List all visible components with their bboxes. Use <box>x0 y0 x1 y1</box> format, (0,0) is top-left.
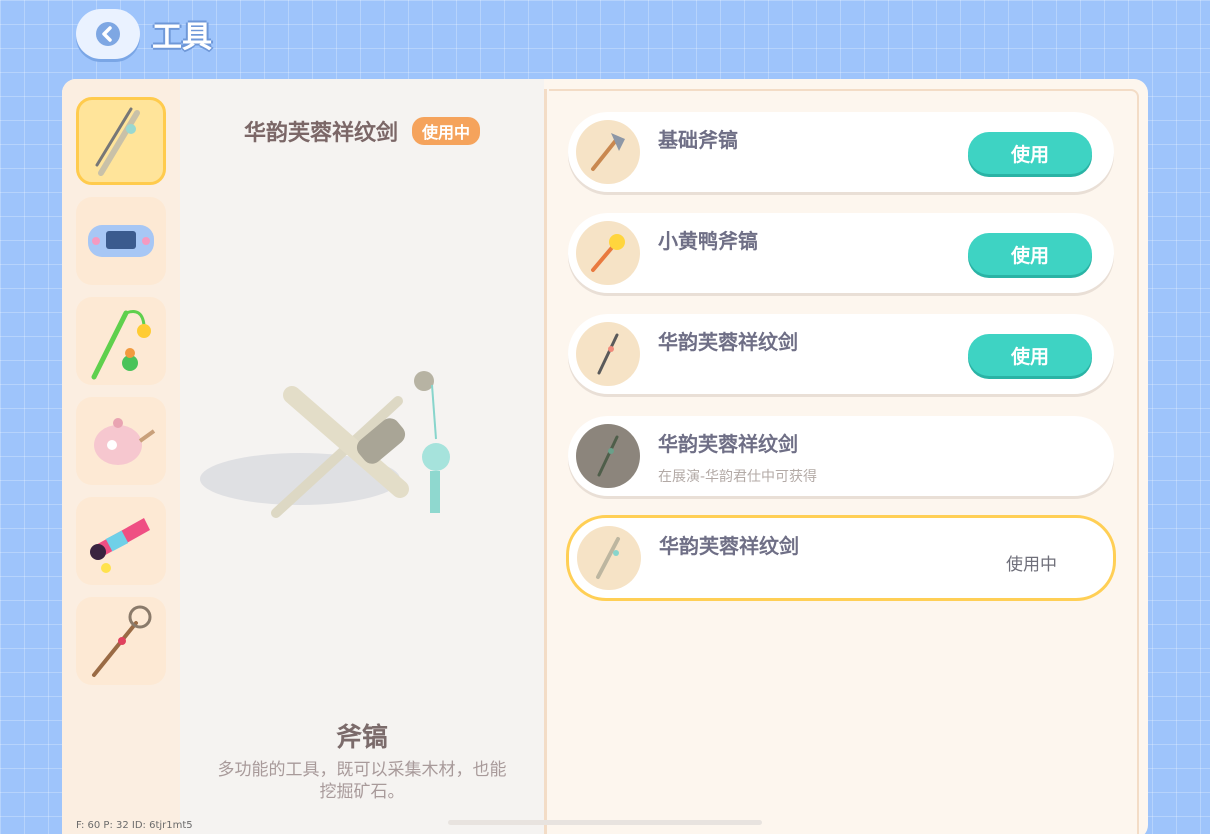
item-thumbnail <box>577 526 641 590</box>
detail-pane: 华韵芙蓉祥纹剑 使用中 斧镐 多功能的工具，既可以采集木材，也能挖掘矿石。 <box>180 79 544 834</box>
use-button[interactable]: 使用 <box>968 233 1092 275</box>
item-name: 华韵芙蓉祥纹剑 <box>659 534 799 558</box>
item-thumbnail <box>576 120 640 184</box>
tool-list-item[interactable]: 华韵芙蓉祥纹剑 使用 <box>568 314 1114 394</box>
chevron-left-icon <box>96 22 120 46</box>
detail-header: 华韵芙蓉祥纹剑 使用中 <box>180 115 544 147</box>
category-telescope[interactable] <box>76 497 166 585</box>
sword-icon <box>597 333 619 375</box>
item-unlock-hint: 在展演-华韵君仕中可获得 <box>658 469 818 485</box>
fishing-rod-icon <box>91 310 151 380</box>
category-sword-tool[interactable] <box>76 97 166 185</box>
teapot-icon <box>94 418 156 465</box>
sword-tool-icon <box>95 107 140 176</box>
item-thumbnail <box>576 221 640 285</box>
use-button[interactable]: 使用 <box>968 132 1092 174</box>
page-title: 工具 <box>152 20 212 55</box>
duck-axe-icon <box>591 234 625 272</box>
tool-list-item[interactable]: 小黄鸭斧镐 使用 <box>568 213 1114 293</box>
axe-icon <box>591 133 625 171</box>
tool-list-item-locked[interactable]: 华韵芙蓉祥纹剑 在展演-华韵君仕中可获得 <box>568 416 1114 496</box>
in-use-badge: 使用中 <box>412 117 481 145</box>
top-bar: 工具 <box>76 8 212 60</box>
sword-icon <box>596 537 620 579</box>
item-name: 小黄鸭斧镐 <box>658 229 758 253</box>
home-indicator[interactable] <box>448 820 762 825</box>
tool-list-item-selected[interactable]: 华韵芙蓉祥纹剑 使用中 <box>566 515 1116 601</box>
tool-list-item[interactable]: 基础斧镐 使用 <box>568 112 1114 192</box>
main-panel: 华韵芙蓉祥纹剑 使用中 斧镐 多功能的工具，既可以采集木材，也能挖掘矿石。 基础… <box>62 79 1148 834</box>
pane-divider <box>544 89 547 834</box>
category-game-console[interactable] <box>76 197 166 285</box>
category-fishing-rod[interactable] <box>76 297 166 385</box>
item-name: 华韵芙蓉祥纹剑 <box>658 432 798 456</box>
sword-preview-image <box>200 371 450 518</box>
item-name: 华韵芙蓉祥纹剑 <box>658 330 798 354</box>
detail-item-name: 华韵芙蓉祥纹剑 <box>243 121 398 146</box>
back-button[interactable] <box>76 9 140 59</box>
bug-net-icon <box>92 605 152 677</box>
detail-item-type: 斧镐 <box>335 723 388 753</box>
category-teapot[interactable] <box>76 397 166 485</box>
debug-info: F: 60 P: 32 ID: 6tjr1mt5 <box>76 820 193 831</box>
in-use-status: 使用中 <box>1006 555 1057 575</box>
use-button[interactable]: 使用 <box>968 334 1092 376</box>
game-console-icon <box>88 225 154 257</box>
category-bug-net[interactable] <box>76 597 166 685</box>
item-name: 基础斧镐 <box>658 128 738 152</box>
category-sidebar <box>62 79 180 834</box>
telescope-icon <box>90 518 150 573</box>
item-thumbnail <box>576 322 640 386</box>
detail-item-description: 多功能的工具，既可以采集木材，也能挖掘矿石。 <box>217 760 507 802</box>
sword-icon <box>597 435 619 477</box>
item-thumbnail <box>576 424 640 488</box>
